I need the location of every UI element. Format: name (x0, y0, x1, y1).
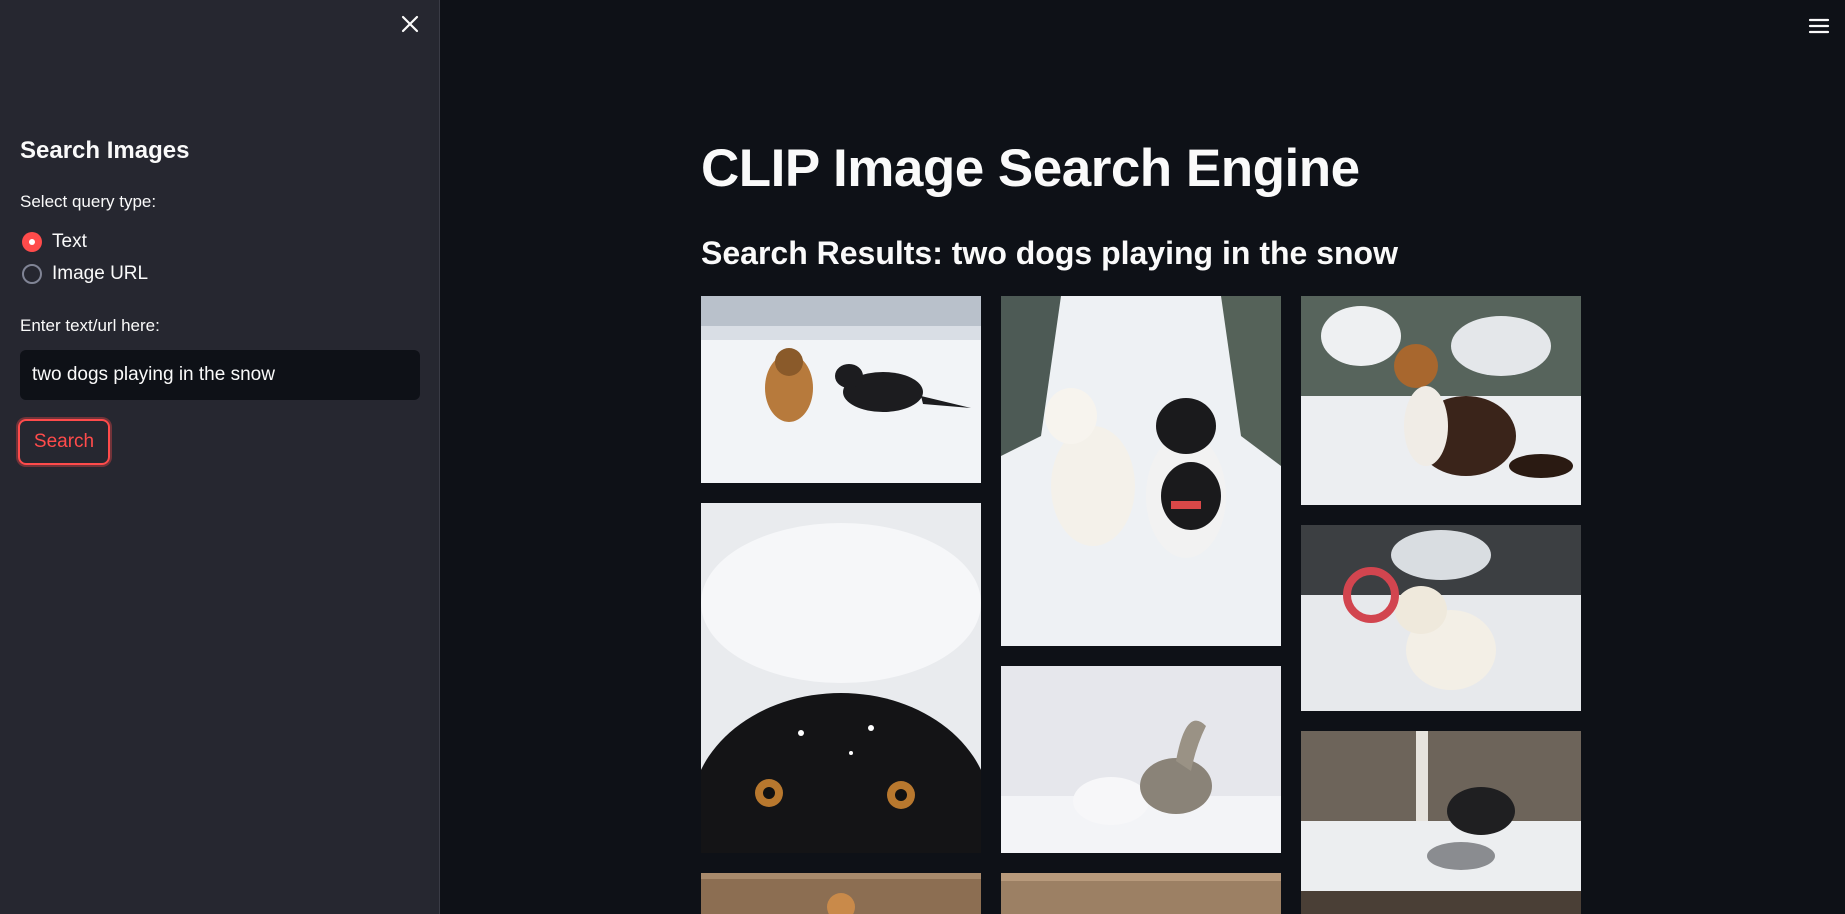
query-input-label: Enter text/url here: (20, 316, 160, 335)
result-image-partial (1001, 873, 1281, 914)
main-menu-button[interactable] (1807, 14, 1831, 38)
result-image[interactable] (701, 873, 981, 914)
result-image[interactable] (701, 296, 981, 483)
query-text-input[interactable]: two dogs playing in the snow (20, 350, 420, 400)
result-image[interactable] (701, 503, 981, 853)
result-image[interactable] (1301, 525, 1581, 711)
radio-option-image-url[interactable]: Image URL (22, 263, 148, 285)
result-image[interactable] (1301, 296, 1581, 505)
result-image-husky-and-border-collie (1001, 296, 1281, 646)
result-image[interactable] (1001, 873, 1281, 914)
close-icon (401, 15, 419, 33)
radio-option-text-label: Text (52, 231, 87, 252)
sidebar: Search Images Select query type: Text Im… (0, 0, 440, 914)
query-type-label: Select query type: (20, 192, 157, 211)
hamburger-menu-icon (1808, 18, 1830, 34)
sidebar-title: Search Images (20, 137, 190, 164)
result-image-dog-catching-ring (1301, 525, 1581, 711)
close-sidebar-button[interactable] (398, 12, 422, 36)
result-image-dog-sitting-snow (1301, 296, 1581, 505)
result-image-two-dogs-running (701, 296, 981, 483)
result-image[interactable] (1001, 666, 1281, 853)
radio-unselected-icon[interactable] (22, 264, 42, 284)
radio-selected-icon[interactable] (22, 232, 42, 252)
result-image-two-wolves-snow (1301, 731, 1581, 914)
result-image-dog-face-snow (701, 503, 981, 853)
radio-option-text[interactable]: Text (22, 231, 87, 253)
radio-option-image-url-label: Image URL (52, 263, 149, 284)
result-image[interactable] (1301, 731, 1581, 914)
result-image[interactable] (1001, 296, 1281, 646)
search-button[interactable]: Search (18, 419, 110, 465)
page-title: CLIP Image Search Engine (701, 139, 1360, 198)
query-text-value: two dogs playing in the snow (32, 364, 275, 385)
result-image-partial (701, 873, 981, 914)
result-image-foxes-playing (1001, 666, 1281, 853)
results-heading: Search Results: two dogs playing in the … (701, 235, 1398, 271)
